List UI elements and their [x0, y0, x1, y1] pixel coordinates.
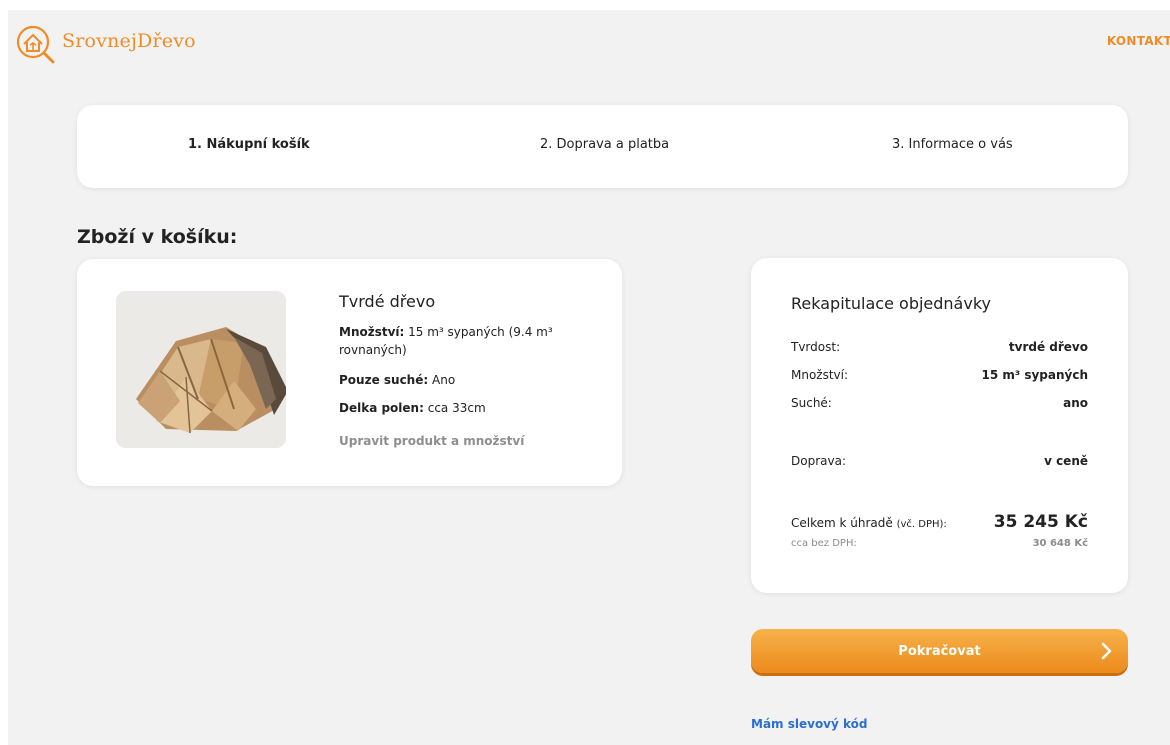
summary-row-shipping: Doprava: v ceně	[791, 454, 1088, 468]
product-dry-value: Ano	[432, 373, 456, 387]
product-length-value: cca 33cm	[427, 401, 486, 415]
edit-product-link[interactable]: Upravit produkt a množství	[339, 434, 524, 448]
product-quantity: Množství: 15 m³ sypaných (9.4 m³ rovnaný…	[339, 323, 599, 359]
cart-section-title: Zboží v košíku:	[77, 226, 238, 248]
summary-row-quantity: Množství: 15 m³ sypaných	[791, 368, 1088, 382]
net-label: cca bez DPH:	[791, 538, 857, 549]
brand-name: SrovnejDřevo	[62, 30, 196, 52]
product-dry-label: Pouze suché:	[339, 373, 429, 387]
nav-contact-link[interactable]: KONTAKT	[1107, 34, 1170, 48]
order-summary-card: Rekapitulace objednávky Tvrdost: tvrdé d…	[751, 258, 1128, 593]
discount-code-link[interactable]: Mám slevový kód	[751, 717, 868, 731]
shipping-label: Doprava:	[791, 454, 846, 468]
hardness-label: Tvrdost:	[791, 340, 841, 354]
product-image	[116, 291, 286, 448]
summary-row-hardness: Tvrdost: tvrdé dřevo	[791, 340, 1088, 354]
step-customer-info[interactable]: 3. Informace o vás	[892, 137, 1013, 152]
hardness-value: tvrdé dřevo	[1008, 340, 1088, 354]
product-dry: Pouze suché: Ano	[339, 371, 599, 389]
summary-row-dry: Suché: ano	[791, 396, 1088, 410]
summary-title: Rekapitulace objednávky	[791, 294, 991, 313]
product-name: Tvrdé dřevo	[339, 292, 436, 311]
step-cart[interactable]: 1. Nákupní košík	[188, 137, 310, 152]
continue-label: Pokračovat	[898, 643, 981, 659]
total-label-note: (vč. DPH):	[896, 519, 947, 530]
product-quantity-label: Množství:	[339, 325, 405, 339]
logo[interactable]: SrovnejDřevo	[12, 21, 196, 67]
step-shipping-payment[interactable]: 2. Doprava a platba	[540, 137, 669, 152]
product-length: Delka polen: cca 33cm	[339, 399, 599, 417]
house-logo-icon	[16, 25, 55, 64]
continue-button[interactable]: Pokračovat	[751, 629, 1128, 673]
shipping-value: v ceně	[1044, 454, 1088, 468]
quantity-value: 15 m³ sypaných	[981, 368, 1089, 382]
net-value: 30 648 Kč	[1032, 538, 1088, 549]
total-label: Celkem k úhradě	[791, 516, 893, 530]
summary-row-net: cca bez DPH: 30 648 Kč	[791, 538, 1088, 549]
quantity-label: Množství:	[791, 368, 849, 382]
chevron-right-icon	[1101, 642, 1112, 660]
checkout-steps: 1. Nákupní košík 2. Doprava a platba 3. …	[77, 105, 1128, 188]
dry-label: Suché:	[791, 396, 832, 410]
total-value: 35 245 Kč	[993, 512, 1088, 532]
dry-value: ano	[1063, 396, 1088, 410]
total-label-group: Celkem k úhradě (vč. DPH):	[791, 516, 947, 530]
product-card: Tvrdé dřevo Množství: 15 m³ sypaných (9.…	[77, 259, 622, 486]
product-length-label: Delka polen:	[339, 401, 424, 415]
summary-row-total: Celkem k úhradě (vč. DPH): 35 245 Kč	[791, 512, 1088, 532]
page: SrovnejDřevo KONTAKT 1. Nákupní košík 2.…	[8, 10, 1170, 745]
